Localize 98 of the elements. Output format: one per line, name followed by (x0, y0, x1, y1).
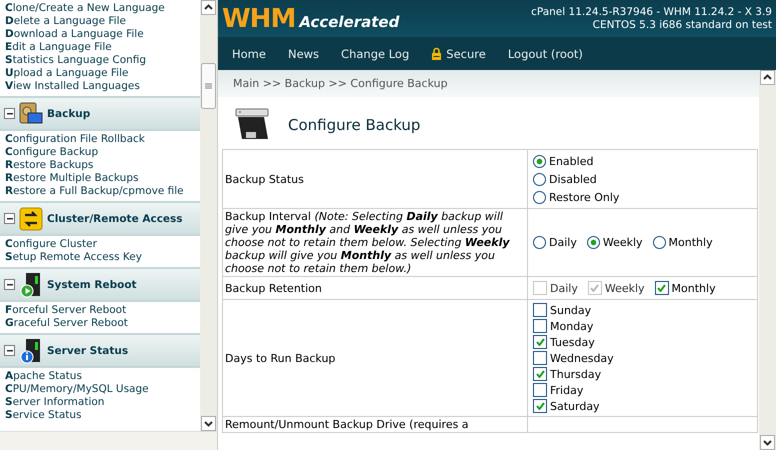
radio-option[interactable]: Monthly (652, 234, 713, 252)
radio-option[interactable]: Enabled (533, 152, 752, 170)
section-title: Backup (47, 108, 90, 120)
setting-label: Backup Status (222, 150, 528, 208)
checkmark-icon (657, 284, 666, 292)
checkbox-option[interactable]: Monday (533, 318, 752, 334)
sidebar-link[interactable]: Restore Multiple Backups (5, 172, 200, 185)
swap-arrows-icon (19, 206, 43, 230)
checkmark-icon (536, 370, 544, 378)
radio-button[interactable] (533, 236, 546, 249)
sidebar-link[interactable]: Download a Language File (5, 28, 200, 41)
sidebar-link[interactable]: Configuration File Rollback (5, 133, 200, 146)
sidebar-section-header[interactable]: Backup (0, 96, 200, 131)
sidebar-link[interactable]: Restore Backups (5, 159, 200, 172)
radio-option[interactable]: Restore Only (533, 188, 752, 206)
sidebar-link[interactable]: Configure Backup (5, 146, 200, 159)
checkmark-icon (590, 284, 600, 292)
vertical-scrollbar[interactable] (759, 70, 776, 450)
sidebar-section-header[interactable]: Server Status (0, 333, 200, 368)
checkbox-option[interactable]: Monthly (654, 279, 716, 297)
radio-button[interactable] (533, 172, 546, 186)
breadcrumb: Main >> Backup >> Configure Backup (218, 70, 759, 97)
backup-icon (19, 102, 43, 126)
logo-text: WHM (222, 4, 296, 34)
checkbox-option[interactable]: Wednesday (533, 350, 752, 366)
radio-button[interactable] (533, 190, 546, 204)
sidebar-link[interactable]: CPU/Memory/MySQL Usage (5, 383, 200, 396)
sidebar-link[interactable]: Server Information (5, 396, 200, 409)
sidebar-link[interactable]: Forceful Server Reboot (5, 304, 200, 317)
sidebar-link[interactable]: View Installed Languages (5, 80, 200, 93)
scroll-thumb[interactable] (201, 62, 216, 108)
vertical-scrollbar[interactable] (200, 0, 217, 431)
checkbox[interactable] (533, 399, 547, 413)
checkbox-option[interactable]: Friday (533, 382, 752, 398)
version-info: CENTOS 5.3 i686 standard on test (592, 18, 772, 32)
sidebar-section-header[interactable]: Cluster/Remote Access (0, 201, 200, 236)
collapse-toggle[interactable] (4, 279, 15, 290)
lock-icon (431, 47, 442, 60)
setting-label: Backup Retention (222, 276, 528, 300)
sidebar-link[interactable]: Restore a Full Backup/cpmove file (5, 185, 200, 198)
checkbox-option[interactable]: Thursday (533, 366, 752, 382)
radio-option[interactable]: Weekly (586, 234, 643, 252)
version-info: cPanel 11.24.5-R37946 - WHM 11.24.2 - X 3.9 (531, 6, 772, 18)
setting-label: Remount/Unmount Backup Drive (requires a (222, 416, 528, 432)
nav-link[interactable]: Logout (root) (508, 46, 583, 60)
sidebar-link[interactable]: Clone/Create a New Language (5, 2, 200, 15)
logo-subtitle: Accelerated (299, 12, 400, 30)
sidebar-link[interactable]: Graceful Server Reboot (5, 317, 200, 330)
horizontal-scrollbar[interactable] (0, 431, 217, 450)
checkmark-icon (536, 402, 544, 410)
server-info-icon (19, 338, 43, 364)
sidebar-link[interactable]: Statistics Language Config (5, 54, 200, 67)
checkbox-option[interactable]: Sunday (533, 302, 752, 318)
checkbox[interactable] (533, 319, 547, 333)
minus-icon (6, 112, 12, 114)
sidebar-link[interactable]: Edit a Language File (5, 41, 200, 54)
sidebar-link[interactable]: Setup Remote Access Key (5, 251, 200, 264)
checkbox[interactable] (533, 367, 547, 381)
nav-link[interactable]: News (288, 46, 320, 60)
checkbox[interactable] (533, 383, 547, 397)
collapse-toggle[interactable] (4, 345, 15, 356)
sidebar-link[interactable]: Upload a Language File (5, 67, 200, 80)
collapse-toggle[interactable] (4, 213, 15, 224)
scroll-up-icon[interactable] (201, 0, 216, 15)
collapse-toggle[interactable] (4, 108, 15, 119)
scroll-down-icon[interactable] (201, 416, 216, 431)
radio-button[interactable] (533, 154, 546, 168)
sidebar-link[interactable]: Service Status (5, 409, 200, 422)
section-title: System Reboot (47, 278, 137, 290)
setting-label: Backup Interval (Note: Selecting Daily backup will give you Monthly and Weekly as well unless you choose not to retain them below. Selecting Weekly backup will give you Monthly as well unless you choose not to retain them below.) (222, 208, 528, 276)
minus-icon (6, 350, 12, 352)
minus-icon (6, 284, 12, 286)
sidebar-section-header[interactable]: System Reboot (0, 267, 200, 302)
radio-option[interactable]: Daily (533, 234, 577, 252)
section-title: Server Status (47, 344, 128, 356)
checkmark-icon (536, 338, 544, 346)
checkbox[interactable] (533, 303, 547, 317)
nav-link[interactable]: Home (232, 46, 266, 60)
page-title: Configure Backup (288, 116, 420, 134)
scroll-up-icon[interactable] (760, 70, 775, 85)
minus-icon (6, 218, 12, 220)
sidebar-link[interactable]: Configure Cluster (5, 238, 200, 251)
sidebar-link[interactable]: Apache Status (5, 370, 200, 383)
checkbox-option[interactable]: Tuesday (533, 334, 752, 350)
scroll-down-icon[interactable] (760, 435, 775, 450)
radio-button[interactable] (652, 236, 666, 249)
checkbox[interactable] (533, 335, 547, 349)
radio-button[interactable] (586, 236, 600, 249)
section-title: Cluster/Remote Access (47, 212, 183, 224)
checkbox-option[interactable]: Saturday (533, 398, 752, 414)
nav-link[interactable]: Change Log (341, 46, 410, 60)
checkbox[interactable] (533, 351, 547, 365)
radio-option[interactable]: Disabled (533, 170, 752, 188)
sidebar-link[interactable]: Delete a Language File (5, 15, 200, 28)
server-play-icon (19, 272, 43, 298)
checkbox[interactable] (654, 281, 669, 295)
nav-link[interactable]: Secure (431, 46, 486, 60)
setting-label: Days to Run Backup (222, 300, 528, 416)
